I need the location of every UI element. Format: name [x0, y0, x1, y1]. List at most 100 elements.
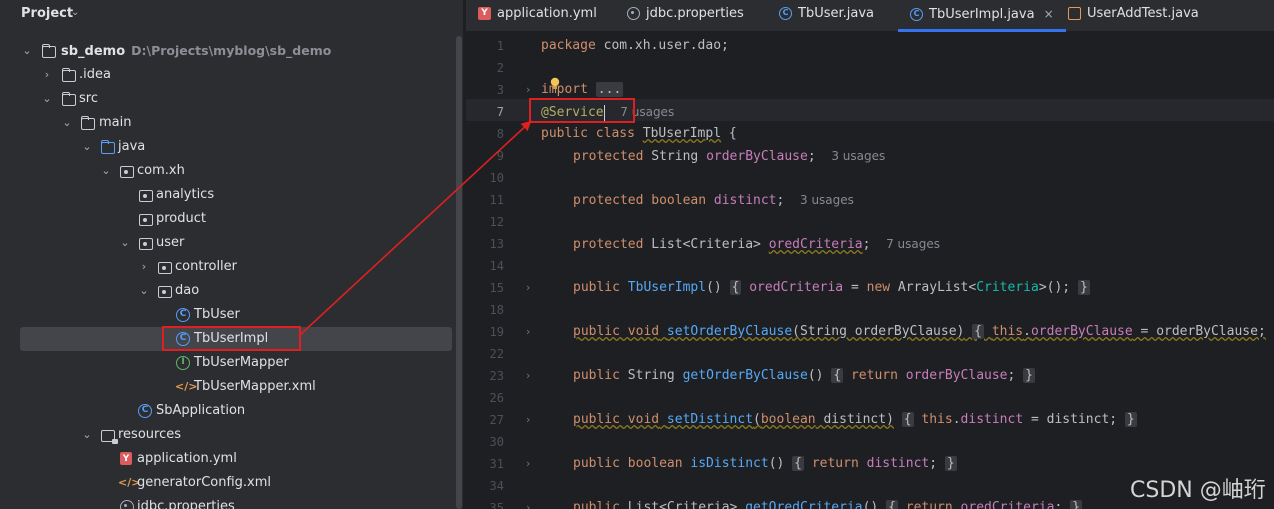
chevron-down-icon[interactable]: ⌄: [71, 7, 79, 18]
class-icon: C: [176, 332, 190, 346]
yml-icon: Y: [478, 7, 491, 20]
tab-useraddtest-java[interactable]: UserAddTest.java: [1068, 0, 1199, 32]
tree-item-tbuser[interactable]: C TbUser: [20, 303, 452, 327]
tree-item-src[interactable]: ⌄ src: [20, 87, 452, 111]
tree-item-idea[interactable]: › .idea: [20, 63, 452, 87]
usages-hint[interactable]: 3 usages: [831, 149, 885, 163]
project-panel-scrollbar[interactable]: [456, 36, 462, 509]
tree-item-label: user: [156, 235, 185, 250]
service-annotation[interactable]: @Service: [541, 105, 604, 120]
line-number: 35: [489, 501, 504, 509]
tree-item-tbusermapper-xml[interactable]: </> TbUserMapper.xml: [20, 375, 452, 399]
package-icon: [120, 166, 134, 178]
line-number: 22: [489, 347, 504, 361]
tab-tbuserimpl-java[interactable]: C TbUserImpl.java ×: [898, 0, 1066, 32]
folder-icon: [62, 92, 76, 106]
tree-item-label: .idea: [79, 67, 111, 82]
fold-expand-icon[interactable]: ›: [526, 365, 536, 387]
xml-icon: </>: [118, 476, 141, 489]
tab-tbuser-java[interactable]: C TbUser.java: [779, 0, 874, 32]
fold-expand-icon[interactable]: ›: [526, 79, 536, 101]
code-line: public boolean isDistinct() { return dis…: [573, 456, 957, 471]
line-number: 11: [489, 193, 504, 207]
module-folder-icon: [42, 44, 56, 58]
gear-icon: [627, 7, 640, 20]
usages-hint[interactable]: 3 usages: [800, 193, 854, 207]
tree-item-tbuserimpl[interactable]: C TbUserImpl: [20, 327, 452, 351]
class-icon: C: [910, 8, 923, 21]
editor-tab-bar: Yapplication.yml jdbc.properties C TbUser…: [466, 0, 1274, 32]
chevron-down-icon[interactable]: ⌄: [137, 279, 151, 303]
tree-item-label: product: [156, 211, 207, 226]
line-number: 1: [496, 39, 504, 53]
tree-item-label: analytics: [156, 187, 215, 202]
class-icon: C: [176, 308, 190, 322]
line-number: 14: [489, 259, 504, 273]
interface-icon: I: [176, 356, 190, 370]
tree-item-label: TbUser: [194, 307, 240, 322]
chevron-right-icon[interactable]: ›: [40, 63, 54, 87]
tab-application-yml[interactable]: Yapplication.yml: [478, 0, 597, 32]
fold-expand-icon[interactable]: ›: [526, 453, 536, 475]
code-line: public List<Criteria> getOredCriteria() …: [573, 497, 1082, 509]
tree-item-tbusermapper[interactable]: I TbUserMapper: [20, 351, 452, 375]
code-line: public TbUserImpl() { oredCriteria = new…: [573, 280, 1090, 295]
code-line: @Service 7 usages: [541, 101, 674, 123]
properties-icon: [120, 500, 134, 509]
tree-item-java[interactable]: ⌄ java: [20, 135, 452, 159]
project-panel-title[interactable]: Project: [21, 6, 73, 21]
tree-item-jdbc-properties[interactable]: jdbc.properties: [20, 495, 452, 509]
tree-item-controller[interactable]: › controller: [20, 255, 452, 279]
tree-item-label: TbUserMapper: [194, 355, 289, 370]
line-number: 9: [496, 149, 504, 163]
chevron-down-icon[interactable]: ⌄: [99, 159, 113, 183]
line-number: 13: [489, 237, 504, 251]
tree-item-dao[interactable]: ⌄ dao: [20, 279, 452, 303]
tab-label: jdbc.properties: [646, 6, 744, 21]
tree-item-sbapplication[interactable]: C SbApplication: [20, 399, 452, 423]
tree-item-label: java: [118, 139, 146, 154]
package-icon: [139, 190, 153, 202]
line-number: 12: [489, 215, 504, 229]
line-number: 26: [489, 391, 504, 405]
code-line: protected String orderByClause; 3 usages: [573, 149, 886, 164]
project-path: D:\Projects\myblog\sb_demo: [131, 43, 332, 58]
line-number: 30: [489, 435, 504, 449]
project-panel-header[interactable]: Project ⌄: [0, 0, 463, 30]
line-number: 7: [496, 105, 504, 119]
chevron-right-icon[interactable]: ›: [137, 255, 151, 279]
close-icon[interactable]: ×: [1044, 7, 1054, 21]
fold-expand-icon[interactable]: ›: [526, 409, 536, 431]
tree-item-com-xh[interactable]: ⌄ com.xh: [20, 159, 452, 183]
tree-item-label: jdbc.properties: [137, 499, 235, 509]
chevron-down-icon[interactable]: ⌄: [118, 231, 132, 255]
tree-item-main[interactable]: ⌄ main: [20, 111, 452, 135]
tree-item-sb-demo[interactable]: ⌄ sb_demo D:\Projects\myblog\sb_demo: [20, 39, 452, 63]
tree-item-resources[interactable]: ⌄ resources: [20, 423, 452, 447]
tree-item-application-yml[interactable]: Y application.yml: [20, 447, 452, 471]
chevron-down-icon[interactable]: ⌄: [40, 87, 54, 111]
tab-jdbc-properties[interactable]: jdbc.properties: [627, 0, 744, 32]
folded-imports[interactable]: ...: [595, 82, 624, 97]
fold-expand-icon[interactable]: ›: [526, 277, 536, 299]
text-caret: [603, 104, 605, 121]
code-line: package com.xh.user.dao;: [541, 38, 729, 53]
code-line: public void setOrderByClause(String orde…: [573, 324, 1266, 339]
chevron-down-icon[interactable]: ⌄: [20, 39, 34, 63]
tree-item-label: resources: [118, 427, 182, 442]
usages-hint[interactable]: 7 usages: [620, 105, 674, 119]
tree-item-generatorconfig-xml[interactable]: </> generatorConfig.xml: [20, 471, 452, 495]
chevron-down-icon[interactable]: ⌄: [80, 135, 94, 159]
code-editor[interactable]: 1 2 3 7 8 9 10 11 12 13 14 15 18 19 22 2…: [466, 33, 1274, 509]
tree-item-user[interactable]: ⌄ user: [20, 231, 452, 255]
chevron-down-icon[interactable]: ⌄: [60, 111, 74, 135]
lightbulb-icon[interactable]: [550, 77, 560, 90]
usages-hint[interactable]: 7 usages: [886, 237, 940, 251]
tree-item-product[interactable]: product: [20, 207, 452, 231]
tree-item-analytics[interactable]: analytics: [20, 183, 452, 207]
fold-expand-icon[interactable]: ›: [526, 321, 536, 343]
tree-item-label: generatorConfig.xml: [137, 475, 272, 490]
fold-expand-icon[interactable]: ›: [526, 497, 536, 509]
chevron-down-icon[interactable]: ⌄: [80, 423, 94, 447]
code-line: public void setDistinct(boolean distinct…: [573, 412, 1137, 427]
